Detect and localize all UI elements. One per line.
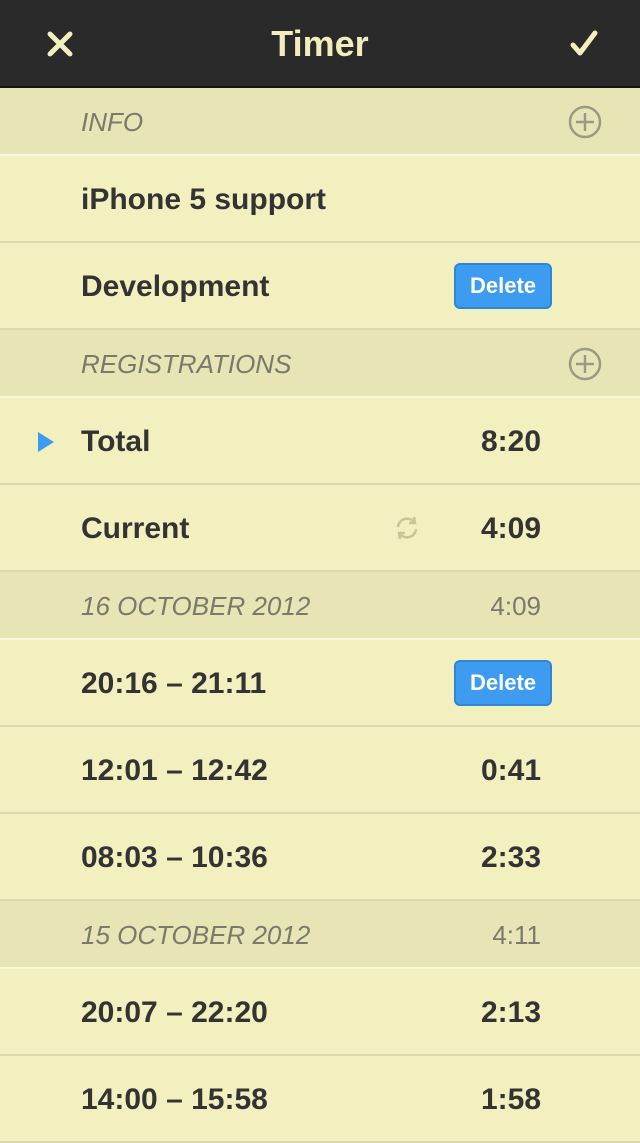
time-range: 20:07 – 22:20 <box>81 996 268 1029</box>
duration: 2:33 <box>480 841 541 874</box>
current-row[interactable]: Current 4:09 <box>0 485 640 572</box>
confirm-button[interactable] <box>544 0 624 88</box>
table-row[interactable]: 20:16 – 21:11 Delete <box>0 640 640 727</box>
add-info-button[interactable] <box>568 105 602 139</box>
date-header: 16 OCTOBER 2012 4:09 <box>0 572 640 640</box>
delete-button[interactable]: Delete <box>454 660 552 706</box>
row-value: 4:09 <box>480 512 541 545</box>
row-label: Total <box>81 425 151 458</box>
time-range: 20:16 – 21:11 <box>81 667 267 700</box>
date-label: 16 OCTOBER 2012 <box>81 591 311 621</box>
duration: 1:58 <box>480 1083 541 1116</box>
section-label: INFO <box>81 107 144 137</box>
row-label: iPhone 5 support <box>81 183 327 216</box>
duration: 2:13 <box>480 996 541 1029</box>
date-header: 15 OCTOBER 2012 4:11 <box>0 901 640 969</box>
table-row[interactable]: 20:07 – 22:20 2:13 <box>0 969 640 1056</box>
time-range: 12:01 – 12:42 <box>81 754 268 787</box>
add-registration-button[interactable] <box>568 347 602 381</box>
section-label: REGISTRATIONS <box>81 349 292 379</box>
expand-arrow-icon[interactable] <box>38 432 54 452</box>
info-row-category[interactable]: Development Delete <box>0 243 640 330</box>
table-row[interactable]: 12:01 – 12:42 0:41 <box>0 727 640 814</box>
day-total: 4:11 <box>492 920 541 950</box>
duration: 0:41 <box>480 754 541 787</box>
table-row[interactable]: 08:03 – 10:36 2:33 <box>0 814 640 901</box>
info-row-title[interactable]: iPhone 5 support <box>0 156 640 243</box>
table-row[interactable]: 14:00 – 15:58 1:58 <box>0 1056 640 1143</box>
section-header-registrations: REGISTRATIONS <box>0 330 640 398</box>
row-label: Current <box>81 512 190 545</box>
time-range: 08:03 – 10:36 <box>81 841 268 874</box>
row-value: 8:20 <box>480 425 541 458</box>
time-range: 14:00 – 15:58 <box>81 1083 268 1116</box>
checkmark-icon <box>570 30 598 56</box>
date-label: 15 OCTOBER 2012 <box>81 920 311 950</box>
row-label: Development <box>81 270 270 303</box>
section-header-info: INFO <box>0 88 640 156</box>
delete-button[interactable]: Delete <box>454 263 552 309</box>
navbar: Timer <box>0 0 640 88</box>
total-row[interactable]: Total 8:20 <box>0 398 640 485</box>
sync-icon <box>396 516 418 540</box>
day-total: 4:09 <box>490 591 541 621</box>
